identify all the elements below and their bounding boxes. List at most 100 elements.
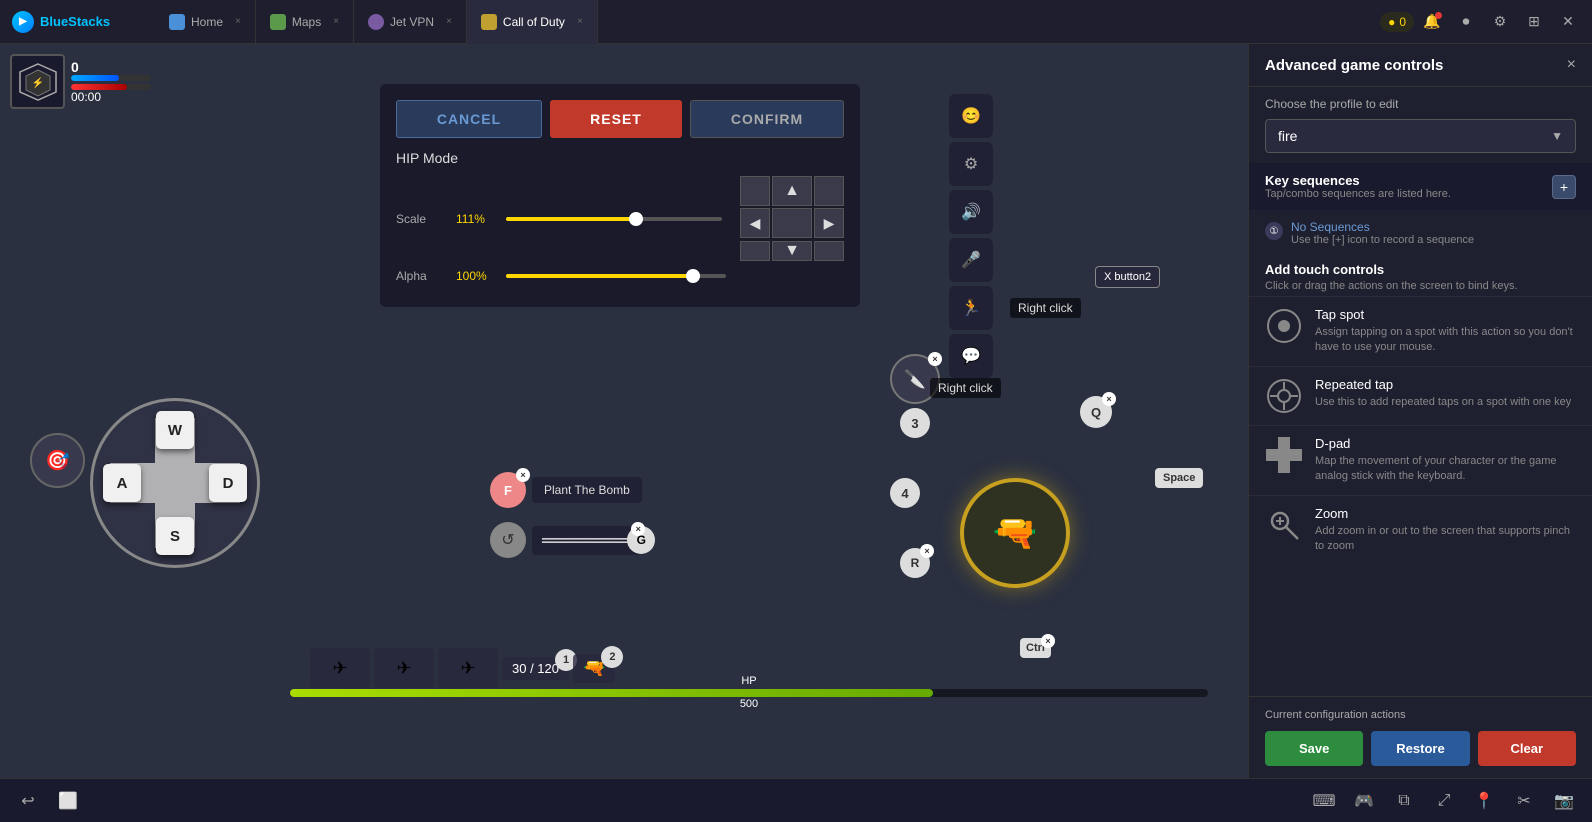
key-4[interactable]: 4 bbox=[890, 478, 920, 508]
ctrl-close[interactable]: × bbox=[1041, 634, 1055, 648]
dpad-down[interactable]: ▼ bbox=[772, 241, 812, 261]
seq-text-area: No Sequences Use the [+] icon to record … bbox=[1291, 220, 1474, 246]
save-button[interactable]: Save bbox=[1265, 731, 1363, 766]
key-w[interactable]: W bbox=[156, 411, 194, 449]
cross-bg: W A S D bbox=[90, 398, 260, 568]
coin-count: 0 bbox=[1399, 15, 1406, 29]
alpha-track[interactable] bbox=[506, 274, 726, 278]
key-s[interactable]: S bbox=[156, 517, 194, 555]
dpad-name: D-pad bbox=[1315, 436, 1576, 451]
dpad-left[interactable]: ◀ bbox=[740, 208, 770, 238]
coin-badge: ● 0 bbox=[1380, 12, 1414, 32]
key-3[interactable]: 3 bbox=[900, 408, 930, 438]
chat-btn[interactable]: 💬 bbox=[949, 334, 993, 378]
copy-icon[interactable]: ⧉ bbox=[1388, 785, 1420, 817]
right-click-1[interactable]: Right click bbox=[1010, 298, 1081, 318]
key-r[interactable]: R × bbox=[900, 548, 930, 578]
grenade-btn[interactable]: 🎯 bbox=[30, 433, 85, 488]
keyboard-icon[interactable]: ⌨ bbox=[1308, 785, 1340, 817]
g-weapon-display[interactable]: ═══════ G × bbox=[532, 526, 641, 555]
key-2[interactable]: 2 bbox=[601, 646, 623, 668]
location-icon[interactable]: 📍 bbox=[1468, 785, 1500, 817]
q-close[interactable]: × bbox=[1102, 392, 1116, 406]
game-area[interactable]: ⚡ 0 00:00 CANCEL RESET CONFIR bbox=[0, 44, 1248, 778]
g-close[interactable]: × bbox=[631, 522, 645, 536]
tab-cod[interactable]: Call of Duty × bbox=[467, 0, 598, 44]
tab-home[interactable]: Home × bbox=[155, 0, 256, 44]
scale-label: Scale bbox=[396, 212, 446, 226]
dpad-right[interactable]: ▶ bbox=[814, 208, 844, 238]
scissors-icon[interactable]: ✂ bbox=[1508, 785, 1540, 817]
bottom-bar: ↩ ⬜ ⌨ 🎮 ⧉ ⤢ 📍 ✂ 📷 bbox=[0, 778, 1592, 822]
tab-home-label: Home bbox=[191, 15, 223, 29]
r-key-area[interactable]: R × bbox=[900, 548, 930, 578]
num3-close[interactable]: × bbox=[928, 352, 942, 366]
confirm-button[interactable]: CONFIRM bbox=[690, 100, 844, 138]
r-close[interactable]: × bbox=[920, 544, 934, 558]
key-q[interactable]: Q × bbox=[1080, 396, 1112, 428]
key-d[interactable]: D bbox=[209, 464, 247, 502]
window-btn[interactable]: ⊞ bbox=[1518, 6, 1550, 38]
mic-btn[interactable]: 🎤 bbox=[949, 238, 993, 282]
profile-section: Choose the profile to edit fire ▼ bbox=[1249, 87, 1592, 163]
expand-icon[interactable]: ⤢ bbox=[1428, 785, 1460, 817]
fire-circle[interactable]: 🔫 bbox=[960, 478, 1070, 588]
back-btn[interactable]: ↩ bbox=[12, 785, 44, 817]
run-btn[interactable]: 🏃 bbox=[949, 286, 993, 330]
volume-btn[interactable]: 🔊 bbox=[949, 190, 993, 234]
scale-track[interactable] bbox=[506, 217, 722, 221]
clear-button[interactable]: Clear bbox=[1478, 731, 1576, 766]
tab-vpn-close[interactable]: × bbox=[446, 16, 452, 27]
top-bar: ▶ BlueStacks Home × Maps × Jet VPN × Cal… bbox=[0, 0, 1592, 44]
home-btn[interactable]: ⬜ bbox=[52, 785, 84, 817]
settings-btn[interactable]: ⚙ bbox=[1484, 6, 1516, 38]
profile-dropdown[interactable]: fire ▼ bbox=[1265, 119, 1576, 153]
key-ctrl[interactable]: Ctrl × bbox=[1020, 638, 1051, 658]
add-touch-header: Add touch controls Click or drag the act… bbox=[1249, 252, 1592, 296]
key-space[interactable]: Space bbox=[1155, 468, 1203, 488]
no-seq-link[interactable]: No Sequences bbox=[1291, 220, 1474, 234]
seq-num-badge: ① bbox=[1265, 222, 1283, 240]
emoji-btn[interactable]: 😊 bbox=[949, 94, 993, 138]
right-click-2[interactable]: Right click bbox=[930, 378, 1001, 398]
hp-display: HP 500 bbox=[290, 675, 1208, 710]
tab-cod-close[interactable]: × bbox=[577, 16, 583, 27]
bottom-icons-left: ↩ ⬜ bbox=[12, 785, 84, 817]
gamepad-icon[interactable]: 🎮 bbox=[1348, 785, 1380, 817]
reset-button[interactable]: RESET bbox=[550, 100, 682, 138]
panel-close-btn[interactable]: × bbox=[1567, 56, 1576, 74]
f-key-btn[interactable]: F × bbox=[490, 472, 526, 508]
camera-icon[interactable]: 📷 bbox=[1548, 785, 1580, 817]
q-key-area[interactable]: Q × bbox=[1080, 396, 1112, 428]
gear-icon-btn[interactable]: ⚙ bbox=[949, 142, 993, 186]
space-key-area[interactable]: Space bbox=[1155, 468, 1203, 488]
key-seq-subtitle: Tap/combo sequences are listed here. bbox=[1265, 188, 1451, 200]
zoom-desc: Add zoom in or out to the screen that su… bbox=[1315, 524, 1576, 555]
ammo-count: 30 / 120 bbox=[512, 661, 559, 676]
x-button2[interactable]: X button2 bbox=[1095, 266, 1160, 288]
cod-tab-icon bbox=[481, 14, 497, 30]
tab-maps[interactable]: Maps × bbox=[256, 0, 354, 44]
alpha-value: 100% bbox=[456, 269, 496, 283]
notification-btn[interactable]: 🔔 bbox=[1416, 6, 1448, 38]
record-btn[interactable]: ⏺ bbox=[1450, 6, 1482, 38]
fire-btn-area[interactable]: 🔫 bbox=[960, 478, 1070, 588]
add-sequence-btn[interactable]: + bbox=[1552, 175, 1576, 199]
close-btn[interactable]: ✕ bbox=[1552, 6, 1584, 38]
add-touch-subtitle: Click or drag the actions on the screen … bbox=[1265, 280, 1576, 292]
ctrl-key-area[interactable]: Ctrl × bbox=[1020, 638, 1051, 658]
f-close[interactable]: × bbox=[516, 468, 530, 482]
team-logo: ⚡ bbox=[10, 54, 65, 109]
timer: 00:00 bbox=[71, 90, 151, 104]
hud-top-left: ⚡ 0 00:00 bbox=[10, 54, 151, 109]
tab-vpn[interactable]: Jet VPN × bbox=[354, 0, 467, 44]
dpad-up[interactable]: ▲ bbox=[772, 176, 812, 206]
tab-home-close[interactable]: × bbox=[235, 16, 241, 27]
add-touch-title: Add touch controls bbox=[1265, 262, 1576, 277]
key-a[interactable]: A bbox=[103, 464, 141, 502]
cancel-button[interactable]: CANCEL bbox=[396, 100, 542, 138]
alpha-slider-row: Alpha 100% bbox=[396, 269, 844, 283]
tab-maps-close[interactable]: × bbox=[333, 16, 339, 27]
right-panel: Advanced game controls × Choose the prof… bbox=[1248, 44, 1592, 778]
restore-button[interactable]: Restore bbox=[1371, 731, 1469, 766]
